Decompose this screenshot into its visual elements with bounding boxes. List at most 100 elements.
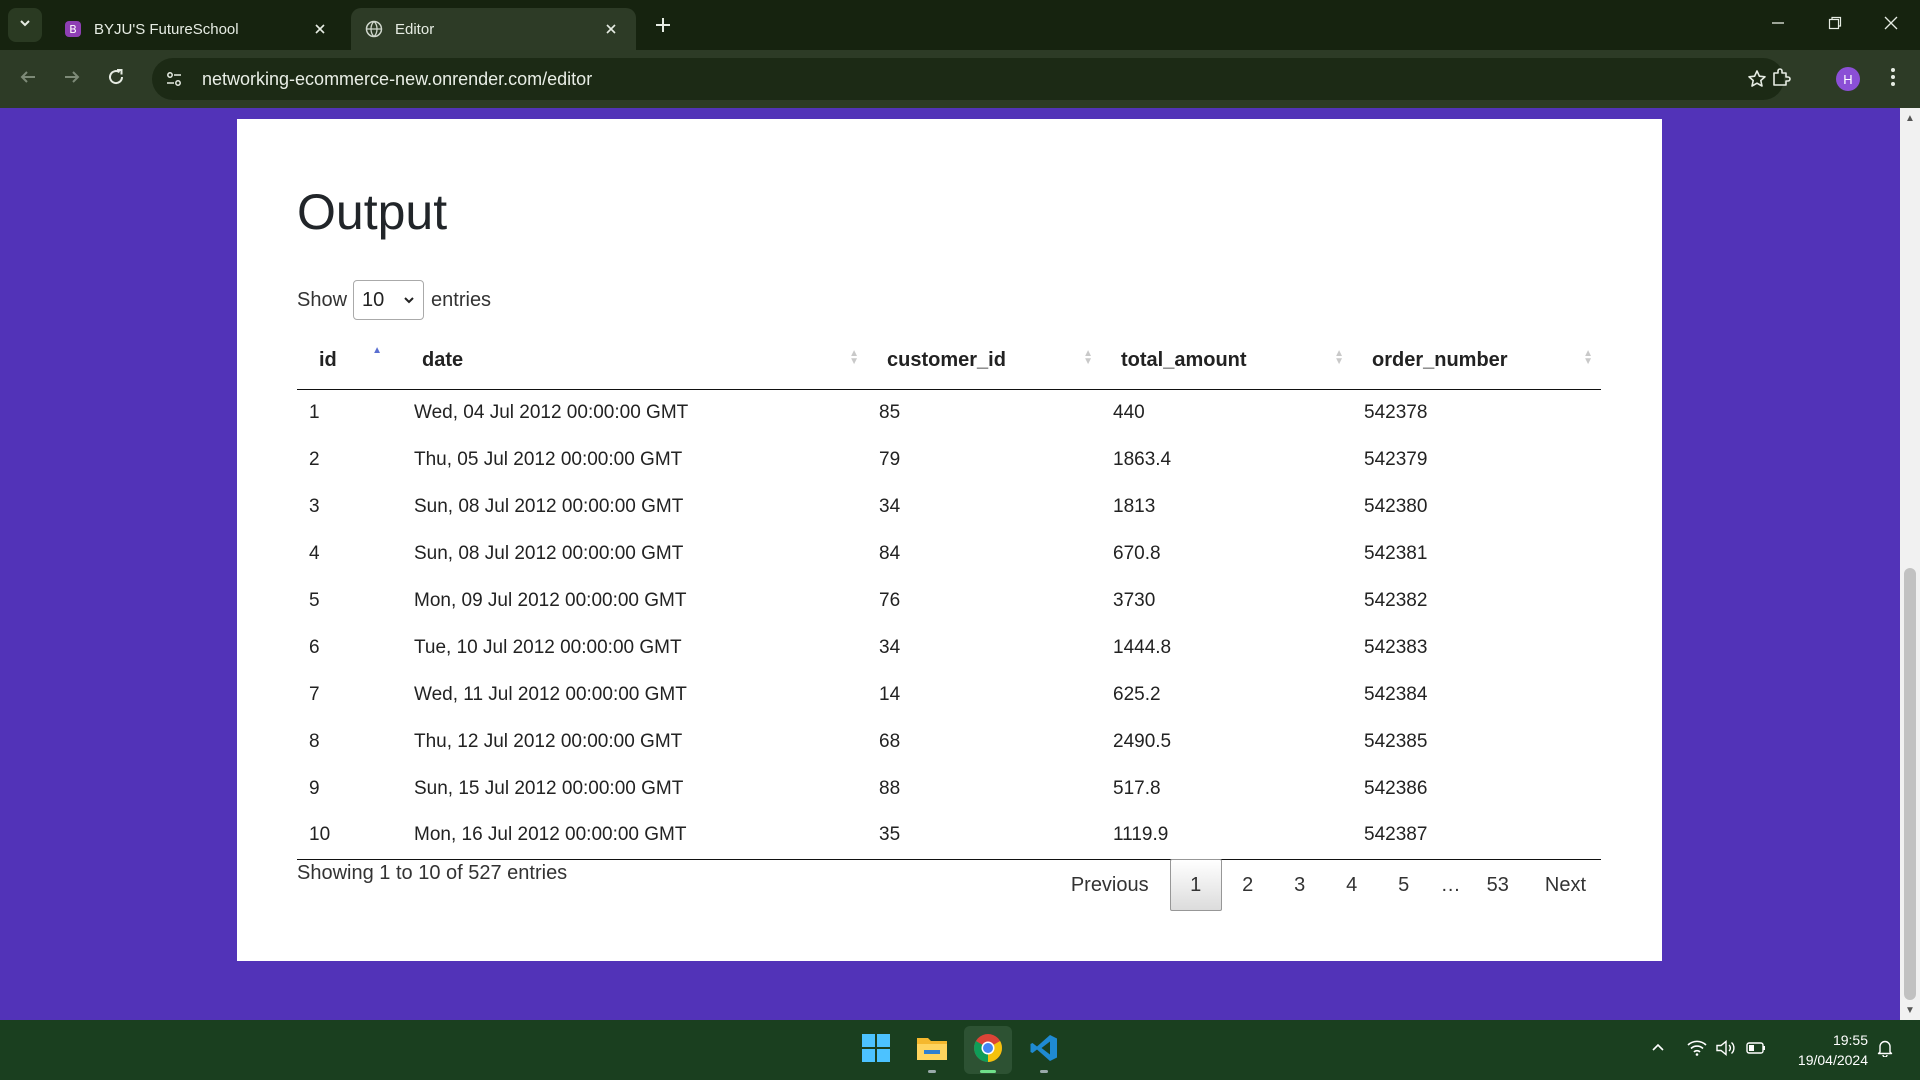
cell-id: 3 (309, 495, 320, 517)
scrollbar-thumb[interactable] (1904, 568, 1916, 1000)
clock-time: 19:55 (1832, 1032, 1868, 1048)
address-bar[interactable]: networking-ecommerce-new.onrender.com/ed… (152, 58, 1784, 100)
arrow-right-icon (63, 68, 81, 91)
table-row: 6 Tue, 10 Jul 2012 00:00:00 GMT 34 1444.8 54… (297, 624, 1601, 671)
pagination-page-53[interactable]: 53 (1472, 859, 1524, 911)
site-info-icon[interactable] (156, 61, 192, 97)
pagination-page-1[interactable]: 1 (1169, 859, 1222, 911)
cell-order-number: 542379 (1364, 448, 1428, 470)
entries-per-page-select[interactable]: 10 (353, 280, 425, 320)
taskbar-clock[interactable]: 19:55 19/04/2024 (1778, 1030, 1868, 1070)
table-row: 8 Thu, 12 Jul 2012 00:00:00 GMT 68 2490.5 54… (297, 718, 1601, 765)
cell-total-amount: 670.8 (1113, 542, 1161, 564)
wifi-status[interactable] (1685, 1036, 1709, 1064)
sort-icon: ▲ ▼ (1083, 348, 1093, 367)
table-row: 2 Thu, 05 Jul 2012 00:00:00 GMT 79 1863.4 54… (297, 436, 1601, 483)
close-icon[interactable] (600, 18, 622, 40)
tab-search-button[interactable] (8, 8, 42, 42)
column-header-customer-id[interactable]: customer_id ▲ ▼ (867, 333, 1101, 390)
cell-customer-id: 34 (879, 495, 901, 517)
minimize-button[interactable] (1749, 0, 1807, 50)
start-button[interactable] (852, 1026, 900, 1074)
pagination-next[interactable]: Next (1530, 859, 1601, 911)
column-header-total-amount[interactable]: total_amount ▲ ▼ (1101, 333, 1352, 390)
cell-total-amount: 2490.5 (1113, 730, 1172, 752)
table-row: 10 Mon, 16 Jul 2012 00:00:00 GMT 35 1119.9 5… (297, 812, 1601, 860)
more-vertical-icon (1890, 67, 1896, 92)
table-header-row: id ▲ date ▲▼ customer_id ▲▼ total_amou (297, 333, 1601, 390)
browser-menu-button[interactable] (1877, 63, 1909, 95)
profile-avatar[interactable]: H (1836, 67, 1860, 91)
cell-total-amount: 1863.4 (1113, 448, 1172, 470)
orders-table: id ▲ date ▲▼ customer_id ▲▼ total_amou (297, 333, 1601, 860)
wifi-icon (1687, 1040, 1707, 1061)
page-viewport: Output Show 10 entries id ▲ date ▲ ▼ cus… (0, 108, 1920, 1020)
sort-asc-icon: ▲ (372, 345, 382, 356)
table-row: 1 Wed, 04 Jul 2012 00:00:00 GMT 85 440 54237… (297, 389, 1601, 436)
url-text[interactable]: networking-ecommerce-new.onrender.com/ed… (202, 69, 592, 90)
cell-id: 4 (309, 542, 320, 564)
battery-status[interactable] (1744, 1036, 1768, 1064)
column-header-date[interactable]: date ▲ ▼ (402, 333, 867, 390)
restore-button[interactable] (1806, 0, 1864, 50)
volume-status[interactable] (1714, 1036, 1738, 1064)
cell-date: Thu, 05 Jul 2012 00:00:00 GMT (414, 448, 683, 470)
tab-title: Editor (395, 20, 435, 38)
scroll-down-arrow-icon[interactable]: ▼ (1904, 1002, 1916, 1018)
tab-byjus[interactable]: B BYJU'S FutureSchool (50, 8, 345, 50)
tab-title: BYJU'S FutureSchool (94, 20, 239, 38)
cell-total-amount: 625.2 (1113, 683, 1161, 705)
arrow-left-icon (19, 68, 37, 91)
taskbar-vscode[interactable] (1020, 1026, 1068, 1074)
column-header-id[interactable]: id ▲ (297, 333, 402, 390)
extensions-button[interactable] (1765, 63, 1797, 95)
pagination: Previous 1 2 3 4 5 … 53 Next (1056, 859, 1601, 911)
windows-start-icon (861, 1033, 891, 1068)
restore-icon (1828, 16, 1842, 35)
pagination-previous[interactable]: Previous (1056, 859, 1164, 911)
reload-button[interactable] (100, 63, 132, 95)
notifications-button[interactable] (1873, 1036, 1897, 1064)
cell-date: Sun, 08 Jul 2012 00:00:00 GMT (414, 542, 684, 564)
show-hidden-icons-button[interactable] (1646, 1036, 1670, 1064)
pagination-page-5[interactable]: 5 (1378, 859, 1430, 911)
close-icon (1884, 16, 1898, 35)
tab-editor[interactable]: Editor (351, 8, 636, 50)
reload-icon (107, 68, 125, 91)
column-header-order-number[interactable]: order_number ▲ ▼ (1352, 333, 1601, 390)
table-body: 1 Wed, 04 Jul 2012 00:00:00 GMT 85 440 54237… (297, 389, 1601, 860)
back-button[interactable] (12, 63, 44, 95)
cell-date: Tue, 10 Jul 2012 00:00:00 GMT (414, 636, 682, 658)
cell-customer-id: 35 (867, 812, 1101, 860)
taskbar-chrome[interactable] (964, 1026, 1012, 1074)
pagination-page-3[interactable]: 3 (1274, 859, 1326, 911)
cell-customer-id: 88 (879, 777, 901, 799)
cell-order-number: 542384 (1364, 683, 1428, 705)
taskbar-file-explorer[interactable] (908, 1026, 956, 1074)
page-scrollbar[interactable]: ▲ ▼ (1900, 108, 1920, 1020)
window-close-button[interactable] (1862, 0, 1920, 50)
pagination-page-4[interactable]: 4 (1326, 859, 1378, 911)
cell-id: 6 (309, 636, 320, 658)
chevron-down-icon (403, 289, 415, 312)
cell-date: Mon, 09 Jul 2012 00:00:00 GMT (414, 589, 687, 611)
cell-date: Thu, 12 Jul 2012 00:00:00 GMT (414, 730, 683, 752)
cell-order-number: 542382 (1364, 589, 1428, 611)
cell-order-number: 542383 (1364, 636, 1428, 658)
forward-button[interactable] (56, 63, 88, 95)
sort-icon: ▲ ▼ (1334, 348, 1344, 367)
close-icon[interactable] (309, 18, 331, 40)
cell-date: Wed, 04 Jul 2012 00:00:00 GMT (414, 401, 689, 423)
cell-customer-id: 85 (879, 401, 901, 423)
scroll-up-arrow-icon[interactable]: ▲ (1904, 110, 1916, 126)
sort-icon: ▲ ▼ (1583, 348, 1593, 367)
bell-icon (1877, 1039, 1893, 1062)
cell-date: Mon, 16 Jul 2012 00:00:00 GMT (402, 812, 867, 860)
cell-order-number: 542378 (1364, 401, 1428, 423)
vscode-icon (1029, 1033, 1059, 1068)
pagination-page-2[interactable]: 2 (1222, 859, 1274, 911)
cell-id: 5 (309, 589, 320, 611)
cell-order-number: 542385 (1364, 730, 1428, 752)
sort-icon: ▲ ▼ (849, 348, 859, 367)
new-tab-button[interactable] (648, 12, 678, 42)
